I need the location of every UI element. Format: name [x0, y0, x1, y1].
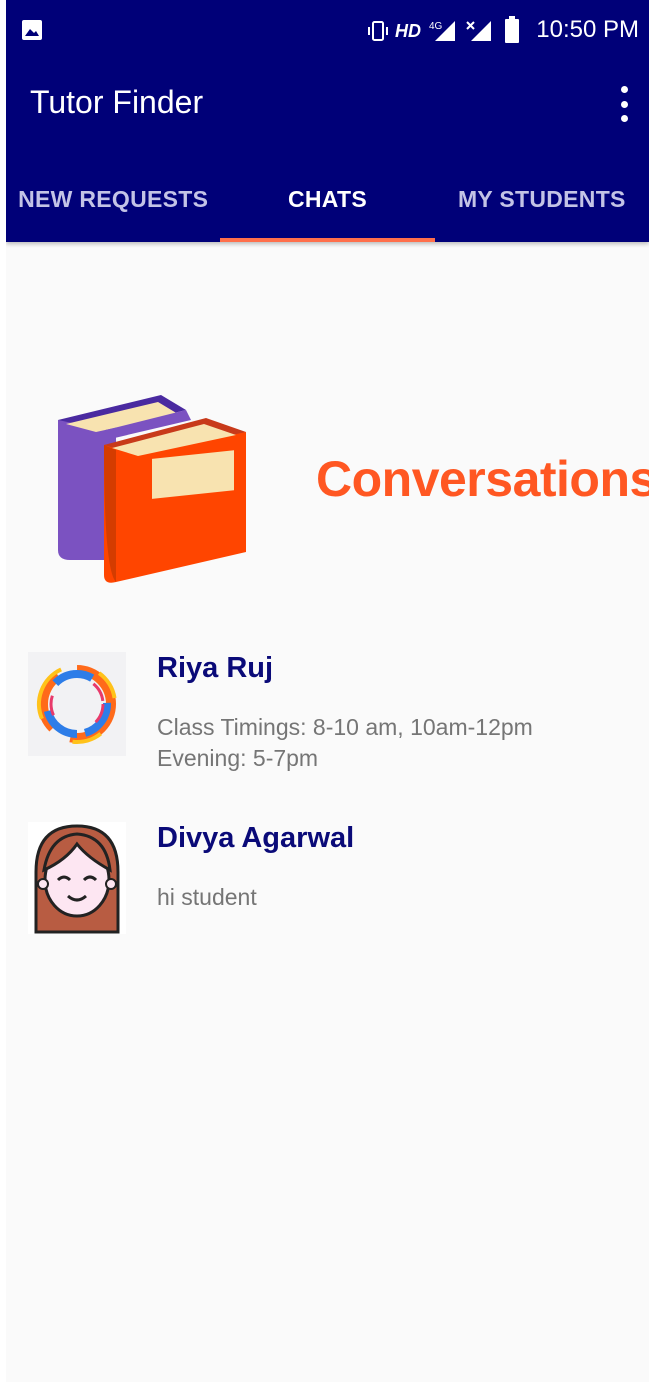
- vibrate-icon: [367, 19, 389, 43]
- chat-message: hi student: [157, 884, 257, 910]
- avatar: [28, 652, 126, 756]
- network-type-label: 4G: [429, 21, 443, 32]
- app-bar: HD 4G 10:50 PM Tutor Finder NEW REQUESTS…: [6, 0, 649, 242]
- chat-name: Divya Agarwal: [157, 822, 355, 854]
- battery-icon: [505, 16, 519, 43]
- books-icon: [46, 390, 246, 590]
- signal-icon: 4G: [427, 19, 457, 43]
- status-icons: HD 4G: [367, 16, 519, 44]
- avatar: [28, 822, 126, 934]
- no-signal-icon: [463, 19, 493, 43]
- chat-item-riya-ruj[interactable]: Riya Ruj Class Timings: 8-10 am, 10am-12…: [6, 640, 649, 810]
- image-icon: [22, 20, 42, 40]
- chat-item-divya-agarwal[interactable]: Divya Agarwal hi student: [6, 810, 649, 980]
- tab-new-requests[interactable]: NEW REQUESTS: [6, 160, 220, 242]
- tab-chats[interactable]: CHATS: [220, 160, 435, 242]
- tab-bar: NEW REQUESTS CHATS MY STUDENTS: [6, 160, 649, 242]
- chat-list: Riya Ruj Class Timings: 8-10 am, 10am-12…: [6, 640, 649, 980]
- conversations-heading: Conversations: [316, 451, 649, 507]
- network-hd-label: HD: [395, 20, 421, 41]
- chat-message: Class Timings: 8-10 am, 10am-12pm Evenin…: [157, 714, 533, 771]
- status-bar: HD 4G 10:50 PM: [6, 0, 649, 62]
- screen: HD 4G 10:50 PM Tutor Finder NEW REQUESTS…: [6, 0, 649, 1382]
- app-title: Tutor Finder: [30, 84, 204, 120]
- tab-my-students[interactable]: MY STUDENTS: [435, 160, 649, 242]
- status-time: 10:50 PM: [536, 16, 639, 43]
- more-vert-icon[interactable]: [617, 86, 631, 122]
- chat-name: Riya Ruj: [157, 652, 274, 684]
